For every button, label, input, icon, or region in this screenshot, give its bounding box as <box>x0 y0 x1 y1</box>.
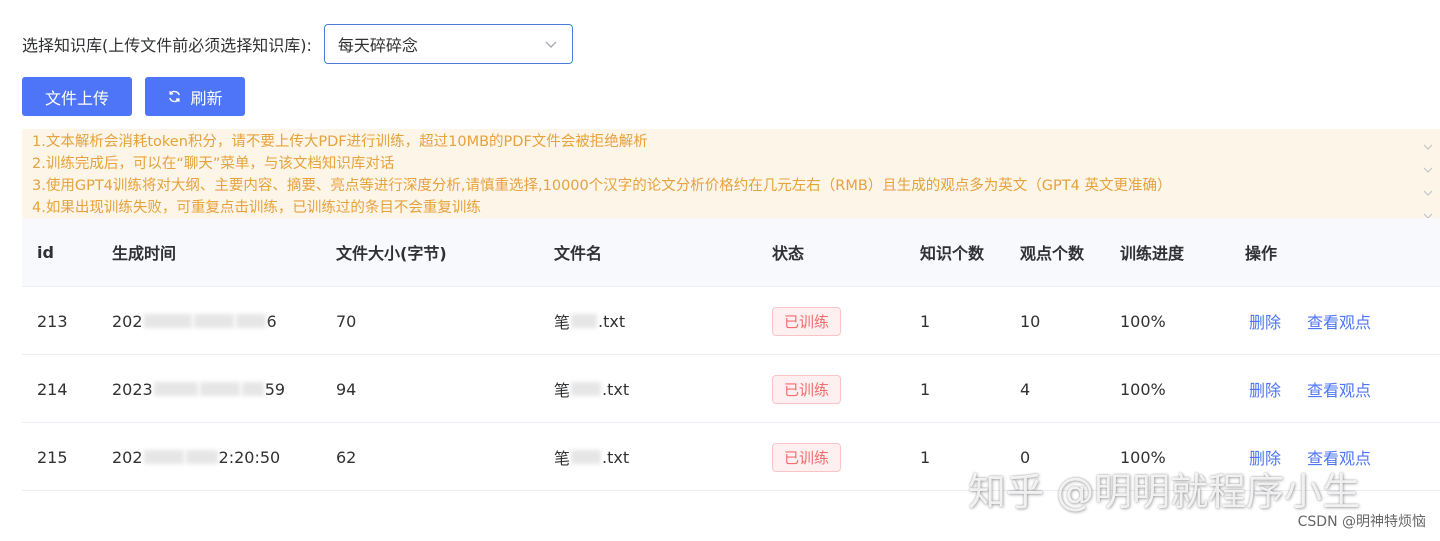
filename-suffix: .txt <box>598 311 626 331</box>
cell-progress: 100% <box>1120 379 1166 399</box>
chevron-down-icon[interactable] <box>1422 141 1434 153</box>
redacted-block <box>199 382 240 396</box>
cell-progress: 100% <box>1120 311 1166 331</box>
cell-knowledge-count: 1 <box>920 447 931 467</box>
refresh-button[interactable]: 刷新 <box>145 77 245 116</box>
cell-view-count: 4 <box>1020 379 1031 399</box>
redacted-block <box>571 314 598 328</box>
filename-prefix: 笔 <box>554 313 571 332</box>
column-header-filename: 文件名 <box>554 244 603 263</box>
redacted-block <box>235 314 266 328</box>
refresh-button-label: 刷新 <box>190 90 223 108</box>
chevron-down-icon[interactable] <box>1422 164 1434 176</box>
filename-prefix: 笔 <box>554 449 571 468</box>
column-header-status: 状态 <box>772 244 805 263</box>
cell-time: 202 6 <box>112 287 277 355</box>
cell-status: 已训练 <box>772 287 842 355</box>
knowledge-base-select-value: 每天碎碎念 <box>337 36 418 55</box>
notice-line: 1.文本解析会消耗token积分，请不要上传大PDF进行训练，超过10MB的PD… <box>32 134 648 150</box>
notice-line: 3.使用GPT4训练将对大纲、主要内容、摘要、亮点等进行深度分析,请慎重选择,1… <box>32 178 1172 194</box>
cell-time: 202 2:20:50 <box>112 423 280 491</box>
column-header-progress: 训练进度 <box>1120 244 1185 263</box>
time-suffix: 2:20:50 <box>218 447 281 467</box>
cell-size: 94 <box>336 379 357 399</box>
knowledge-base-row: 选择知识库(上传文件前必须选择知识库): 每天碎碎念 <box>22 24 573 64</box>
csdn-watermark: CSDN @明神特烦恼 <box>1297 514 1426 530</box>
notice-banner: 1.文本解析会消耗token积分，请不要上传大PDF进行训练，超过10MB的PD… <box>22 129 1440 219</box>
redacted-block <box>193 314 234 328</box>
cell-filename: 笔 .txt <box>554 287 625 355</box>
column-header-size: 文件大小(字节) <box>336 244 447 263</box>
table-row: 213 202 6 70 笔 .txt 已训练 1 10 100% 删除 查看观… <box>22 287 1440 355</box>
redacted-block <box>571 450 602 464</box>
filename-suffix: .txt <box>602 447 630 467</box>
redacted-block <box>143 314 192 328</box>
cell-filename: 笔 .txt <box>554 423 629 491</box>
filename-prefix: 笔 <box>554 381 571 400</box>
column-header-actions: 操作 <box>1245 244 1278 263</box>
notice-line: 4.如果出现训练失败，可重复点击训练，已训练过的条目不会重复训练 <box>32 200 481 216</box>
time-prefix: 2023 <box>112 379 153 399</box>
cell-size: 62 <box>336 447 357 467</box>
column-header-view-count: 观点个数 <box>1020 244 1085 263</box>
delete-link[interactable]: 删除 <box>1249 377 1281 401</box>
cell-status: 已训练 <box>772 423 842 491</box>
time-suffix: 59 <box>264 379 286 399</box>
cell-filename: 笔 .txt <box>554 355 629 423</box>
cell-size: 70 <box>336 311 357 331</box>
view-opinions-link[interactable]: 查看观点 <box>1307 377 1371 401</box>
files-table: id 生成时间 文件大小(字节) 文件名 状态 知识个数 观点个数 训练进度 操… <box>22 218 1440 491</box>
table-header: id 生成时间 文件大小(字节) 文件名 状态 知识个数 观点个数 训练进度 操… <box>22 218 1440 287</box>
cell-id: 215 <box>37 447 68 467</box>
column-header-knowledge-count: 知识个数 <box>920 244 985 263</box>
redacted-block <box>571 382 602 396</box>
time-prefix: 202 <box>112 447 143 467</box>
knowledge-base-label: 选择知识库(上传文件前必须选择知识库): <box>22 36 312 55</box>
cell-time: 2023 59 <box>112 355 285 423</box>
time-suffix: 6 <box>266 311 277 331</box>
filename-suffix: .txt <box>602 379 630 399</box>
delete-link[interactable]: 删除 <box>1249 309 1281 333</box>
cell-id: 213 <box>37 311 68 331</box>
zhihu-watermark: 知乎 @明明就程序小生 <box>968 470 1361 514</box>
cell-actions: 删除 查看观点 <box>1245 355 1371 423</box>
notice-line: 2.训练完成后，可以在“聊天”菜单，与该文档知识库对话 <box>32 156 395 172</box>
redacted-block <box>185 450 218 464</box>
refresh-icon <box>169 90 181 103</box>
knowledge-base-select[interactable]: 每天碎碎念 <box>323 24 573 64</box>
cell-knowledge-count: 1 <box>920 311 931 331</box>
view-opinions-link[interactable]: 查看观点 <box>1307 309 1371 333</box>
column-header-time: 生成时间 <box>112 244 177 263</box>
status-badge: 已训练 <box>772 442 842 472</box>
cell-actions: 删除 查看观点 <box>1245 287 1371 355</box>
column-header-id: id <box>37 242 54 262</box>
status-badge: 已训练 <box>772 306 842 336</box>
chevron-down-icon[interactable] <box>1422 187 1434 199</box>
table-row: 214 2023 59 94 笔 .txt 已训练 1 4 100% 删除 查看… <box>22 355 1440 423</box>
redacted-block <box>153 382 198 396</box>
status-badge: 已训练 <box>772 374 842 404</box>
cell-id: 214 <box>37 379 68 399</box>
cell-knowledge-count: 1 <box>920 379 931 399</box>
cell-status: 已训练 <box>772 355 842 423</box>
action-buttons: 文件上传 刷新 <box>22 77 245 116</box>
time-prefix: 202 <box>112 311 143 331</box>
redacted-block <box>241 382 264 396</box>
cell-view-count: 10 <box>1020 311 1041 331</box>
upload-button[interactable]: 文件上传 <box>22 77 132 116</box>
chevron-down-icon <box>545 41 557 48</box>
redacted-block <box>143 450 184 464</box>
